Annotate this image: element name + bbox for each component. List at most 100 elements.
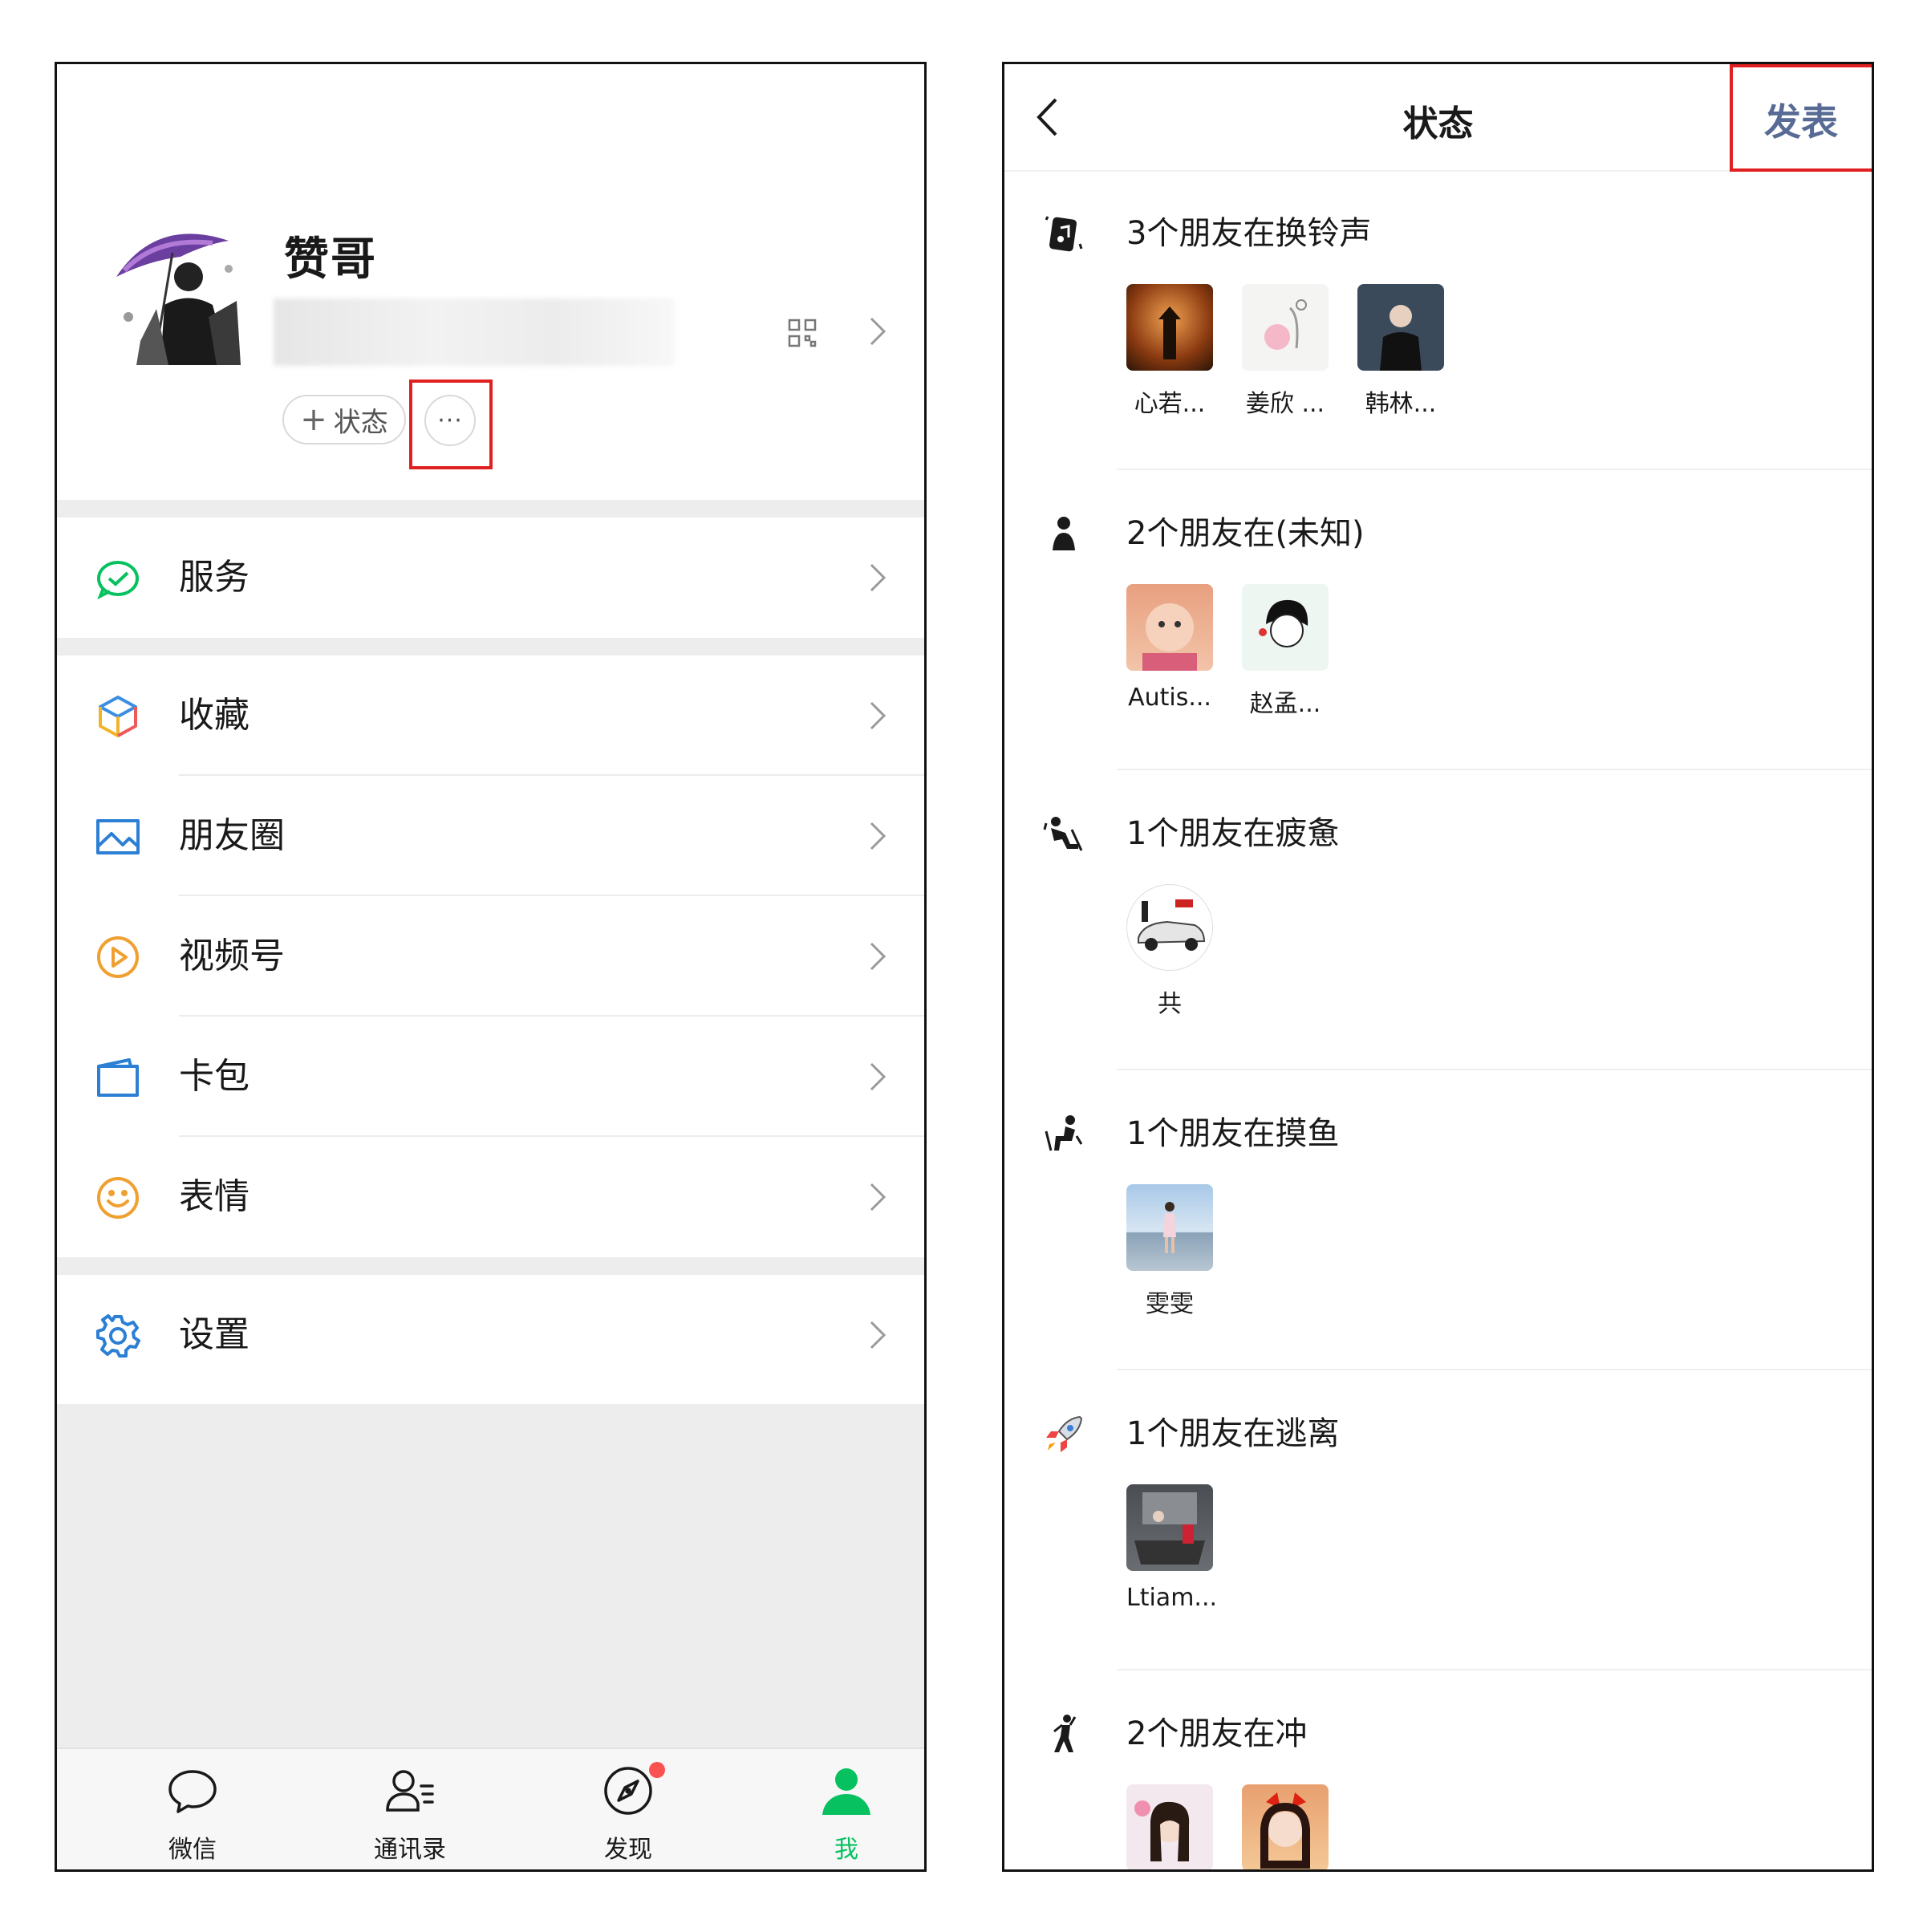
chevron-right-icon	[869, 1182, 886, 1212]
tab-label-contacts: 通讯录	[374, 1836, 446, 1864]
slacking-person-icon	[1043, 1114, 1085, 1155]
moments-image-icon	[95, 814, 140, 859]
bottom-tab-bar: 微信 通讯录 发现 我	[57, 1747, 924, 1869]
plus-icon: +	[300, 401, 327, 438]
menu-label-cards: 卡包	[179, 1056, 250, 1097]
friend-avatar-item[interactable]: 姜欣 ...	[1242, 284, 1357, 419]
status-group-ringtone: 3个朋友在换铃声 心若... 姜欣 ... 韩林...	[1004, 170, 1872, 470]
tab-label-me: 我	[834, 1836, 858, 1864]
friend-avatar-item[interactable]: Autis...	[1126, 584, 1242, 719]
menu-row-settings[interactable]: 设置	[57, 1275, 924, 1395]
status-group-tired: 1个朋友在疲惫 共	[1004, 770, 1872, 1070]
chevron-right-icon	[869, 1061, 886, 1092]
friend-avatar-item[interactable]: 共	[1126, 884, 1242, 1019]
qr-code-icon[interactable]	[788, 319, 817, 347]
friend-name: Autis...	[1128, 684, 1211, 712]
status-group-title: 2个朋友在(未知)	[1126, 515, 1365, 552]
friend-name: 赵孟...	[1249, 690, 1321, 718]
contacts-icon	[384, 1765, 436, 1816]
tired-person-icon	[1043, 814, 1085, 855]
settings-gear-icon	[95, 1313, 140, 1358]
chevron-right-icon	[869, 700, 886, 731]
friend-avatar	[1126, 1184, 1213, 1271]
friend-name: 姜欣 ...	[1245, 390, 1325, 418]
menu-label-stickers: 表情	[179, 1176, 250, 1217]
friend-avatar-item[interactable]: 赵孟...	[1242, 584, 1357, 719]
menu-label-channels: 视频号	[179, 936, 285, 976]
chevron-right-icon	[869, 821, 886, 851]
blurred-wechat-id	[274, 298, 675, 366]
menu-row-favorites[interactable]: 收藏	[57, 656, 924, 776]
friend-avatar-item[interactable]: Ltiam...	[1126, 1484, 1242, 1612]
menu-label-settings: 设置	[179, 1314, 250, 1355]
status-group-slacking: 1个朋友在摸鱼 雯雯	[1004, 1070, 1872, 1370]
status-group-title: 1个朋友在逃离	[1126, 1415, 1340, 1452]
rocket-icon	[1043, 1414, 1085, 1455]
friend-name: Ltiam...	[1126, 1584, 1218, 1612]
status-group-unknown: 2个朋友在(未知) Autis... 赵孟...	[1004, 470, 1872, 770]
friend-name: 雯雯	[1146, 1290, 1194, 1318]
friend-avatar-item[interactable]: 韩林...	[1357, 284, 1473, 419]
chevron-right-icon	[869, 1320, 886, 1350]
friend-avatar	[1126, 1784, 1213, 1869]
tab-label-discover: 发现	[604, 1836, 652, 1864]
friend-avatar	[1126, 584, 1213, 671]
friend-name: 心若...	[1134, 390, 1206, 418]
menu-row-cards[interactable]: 卡包	[57, 1017, 924, 1137]
add-status-label: 状态	[333, 406, 388, 439]
chevron-right-icon	[869, 562, 886, 593]
status-group-title: 1个朋友在疲惫	[1126, 815, 1340, 852]
friend-avatar	[1126, 284, 1213, 371]
profile-nickname: 赞哥	[284, 233, 377, 286]
chat-bubble-icon	[167, 1765, 218, 1816]
section-gap	[57, 500, 924, 518]
me-page-panel: 赞哥 + 状态 ··· 服务 收藏 朋友圈 视频号 卡包 表情 设置 微信 通讯…	[55, 62, 927, 1872]
discover-badge-dot	[649, 1762, 665, 1778]
channels-play-icon	[95, 935, 140, 980]
status-group-title: 3个朋友在换铃声	[1126, 215, 1372, 252]
friend-avatar	[1242, 584, 1329, 671]
menu-row-channels[interactable]: 视频号	[57, 896, 924, 1017]
profile-chevron-right-icon[interactable]	[869, 316, 886, 347]
menu-label-moments: 朋友圈	[179, 815, 285, 856]
tab-label-chats: 微信	[168, 1836, 217, 1864]
tab-chats[interactable]: 微信	[112, 1749, 273, 1869]
status-group-title: 2个朋友在冲	[1126, 1715, 1308, 1752]
status-page-panel: 状态 发表 3个朋友在换铃声 心若... 姜欣 ... 韩林... 2个朋友在(…	[1002, 62, 1874, 1872]
menu-label-service: 服务	[179, 557, 250, 598]
friend-avatar-item[interactable]: 雯雯	[1126, 1184, 1242, 1319]
menu-row-stickers[interactable]: 表情	[57, 1137, 924, 1257]
chevron-right-icon	[869, 941, 886, 972]
unknown-person-icon	[1043, 513, 1085, 555]
status-group-rush: 2个朋友在冲	[1004, 1670, 1872, 1869]
section-gap	[57, 1257, 924, 1275]
friend-avatar	[1357, 284, 1444, 371]
friend-avatar-item[interactable]	[1242, 1784, 1357, 1869]
profile-avatar[interactable]	[108, 221, 253, 365]
compass-icon	[602, 1765, 654, 1816]
tab-contacts[interactable]: 通讯录	[330, 1749, 490, 1869]
friend-avatar	[1242, 1784, 1329, 1869]
add-status-button[interactable]: + 状态	[282, 395, 406, 444]
tab-me[interactable]: 我	[766, 1749, 924, 1869]
friend-avatar	[1126, 884, 1213, 971]
friend-avatar-item[interactable]	[1126, 1784, 1242, 1869]
sticker-smile-icon	[95, 1175, 140, 1220]
highlight-box-more	[409, 380, 493, 469]
menu-row-service[interactable]: 服务	[57, 518, 924, 638]
status-group-escape: 1个朋友在逃离 Ltiam...	[1004, 1370, 1872, 1670]
me-person-icon	[821, 1765, 872, 1816]
friend-avatar	[1126, 1484, 1213, 1571]
menu-label-favorites: 收藏	[179, 695, 250, 736]
status-group-title: 1个朋友在摸鱼	[1126, 1115, 1340, 1152]
service-icon	[95, 556, 140, 601]
menu-row-moments[interactable]: 朋友圈	[57, 776, 924, 896]
friend-name: 共	[1158, 990, 1182, 1018]
friend-avatar-item[interactable]: 心若...	[1126, 284, 1242, 419]
friend-avatar	[1242, 284, 1329, 371]
card-wallet-icon	[95, 1055, 140, 1100]
tab-discover[interactable]: 发现	[548, 1749, 708, 1869]
favorites-cube-icon	[95, 694, 140, 739]
friend-name: 韩林...	[1365, 390, 1437, 418]
section-gap	[57, 638, 924, 656]
